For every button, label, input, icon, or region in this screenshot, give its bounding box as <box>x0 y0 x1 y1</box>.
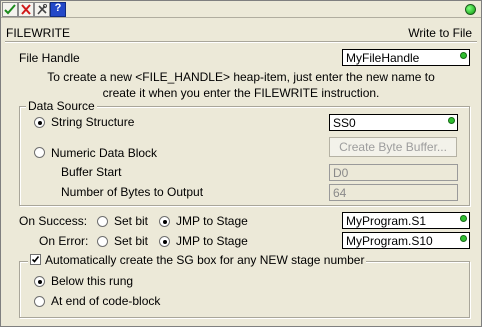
string-structure-radio[interactable] <box>34 117 45 128</box>
numeric-data-block-radio[interactable] <box>34 147 45 158</box>
file-handle-input[interactable]: MyFileHandle <box>342 49 470 66</box>
create-byte-buffer-button[interactable]: Create Byte Buffer... <box>329 137 457 157</box>
tools-button[interactable] <box>34 2 50 17</box>
status-indicator-icon <box>465 4 476 15</box>
string-structure-input[interactable]: SS0 <box>329 114 458 131</box>
on-error-input[interactable]: MyProgram.S10 <box>342 232 470 249</box>
on-error-jmp-label: JMP to Stage <box>176 234 248 248</box>
on-success-set-bit-label: Set bit <box>114 214 149 228</box>
cancel-button[interactable] <box>18 2 34 17</box>
buffer-start-label: Buffer Start <box>61 165 122 179</box>
dialog-subtitle: Write to File <box>408 26 472 40</box>
numeric-data-block-label: Numeric Data Block <box>51 146 158 160</box>
string-structure-value: SS0 <box>333 116 356 130</box>
sg-box-group <box>19 261 470 318</box>
help-button[interactable]: ? <box>50 2 66 17</box>
toolbar: ? <box>1 1 481 18</box>
string-structure-label: String Structure <box>51 115 135 129</box>
on-error-value: MyProgram.S10 <box>346 234 433 248</box>
on-success-jmp-radio[interactable] <box>159 216 170 227</box>
sg-box-legend: Automatically create the SG box for any … <box>28 253 367 267</box>
on-error-set-bit-label: Set bit <box>114 234 149 248</box>
x-icon <box>21 4 31 15</box>
ok-button[interactable] <box>2 2 18 17</box>
below-rung-radio[interactable] <box>34 276 45 287</box>
on-success-label: On Success: <box>19 214 88 228</box>
bytes-to-output-label: Number of Bytes to Output <box>61 185 204 199</box>
hint-line-2: create it when you enter the FILEWRITE i… <box>102 86 380 100</box>
on-success-input[interactable]: MyProgram.S1 <box>342 212 470 229</box>
on-success-value: MyProgram.S1 <box>346 214 427 228</box>
on-error-label: On Error: <box>39 234 89 248</box>
on-success-set-bit-radio[interactable] <box>97 216 108 227</box>
end-of-code-block-radio[interactable] <box>34 296 45 307</box>
on-success-jmp-label: JMP to Stage <box>176 214 248 228</box>
valid-indicator-icon <box>448 117 455 124</box>
buffer-start-input[interactable]: D0 <box>329 164 458 181</box>
end-of-code-block-label: At end of code-block <box>51 294 161 308</box>
on-error-set-bit-radio[interactable] <box>97 236 108 247</box>
tools-icon <box>37 4 48 15</box>
header-divider <box>5 41 477 43</box>
dialog-title: FILEWRITE <box>6 26 71 40</box>
on-error-jmp-radio[interactable] <box>159 236 170 247</box>
file-handle-value: MyFileHandle <box>346 51 420 65</box>
filewrite-dialog: ? FILEWRITE Write to File File Handle My… <box>0 0 482 327</box>
hint-line-1: To create a new <FILE_HANDLE> heap-item,… <box>47 70 435 84</box>
auto-create-sg-label: Automatically create the SG box for any … <box>45 253 365 267</box>
bytes-to-output-input[interactable]: 64 <box>329 184 458 201</box>
checkmark-icon <box>4 4 16 15</box>
valid-indicator-icon <box>460 52 467 59</box>
below-rung-label: Below this rung <box>51 274 134 288</box>
auto-create-sg-checkbox[interactable] <box>30 254 41 265</box>
valid-indicator-icon <box>460 235 467 242</box>
data-source-legend: Data Source <box>26 99 97 113</box>
checkmark-icon <box>31 256 40 263</box>
file-handle-label: File Handle <box>19 51 80 65</box>
question-icon: ? <box>54 2 62 14</box>
valid-indicator-icon <box>460 215 467 222</box>
